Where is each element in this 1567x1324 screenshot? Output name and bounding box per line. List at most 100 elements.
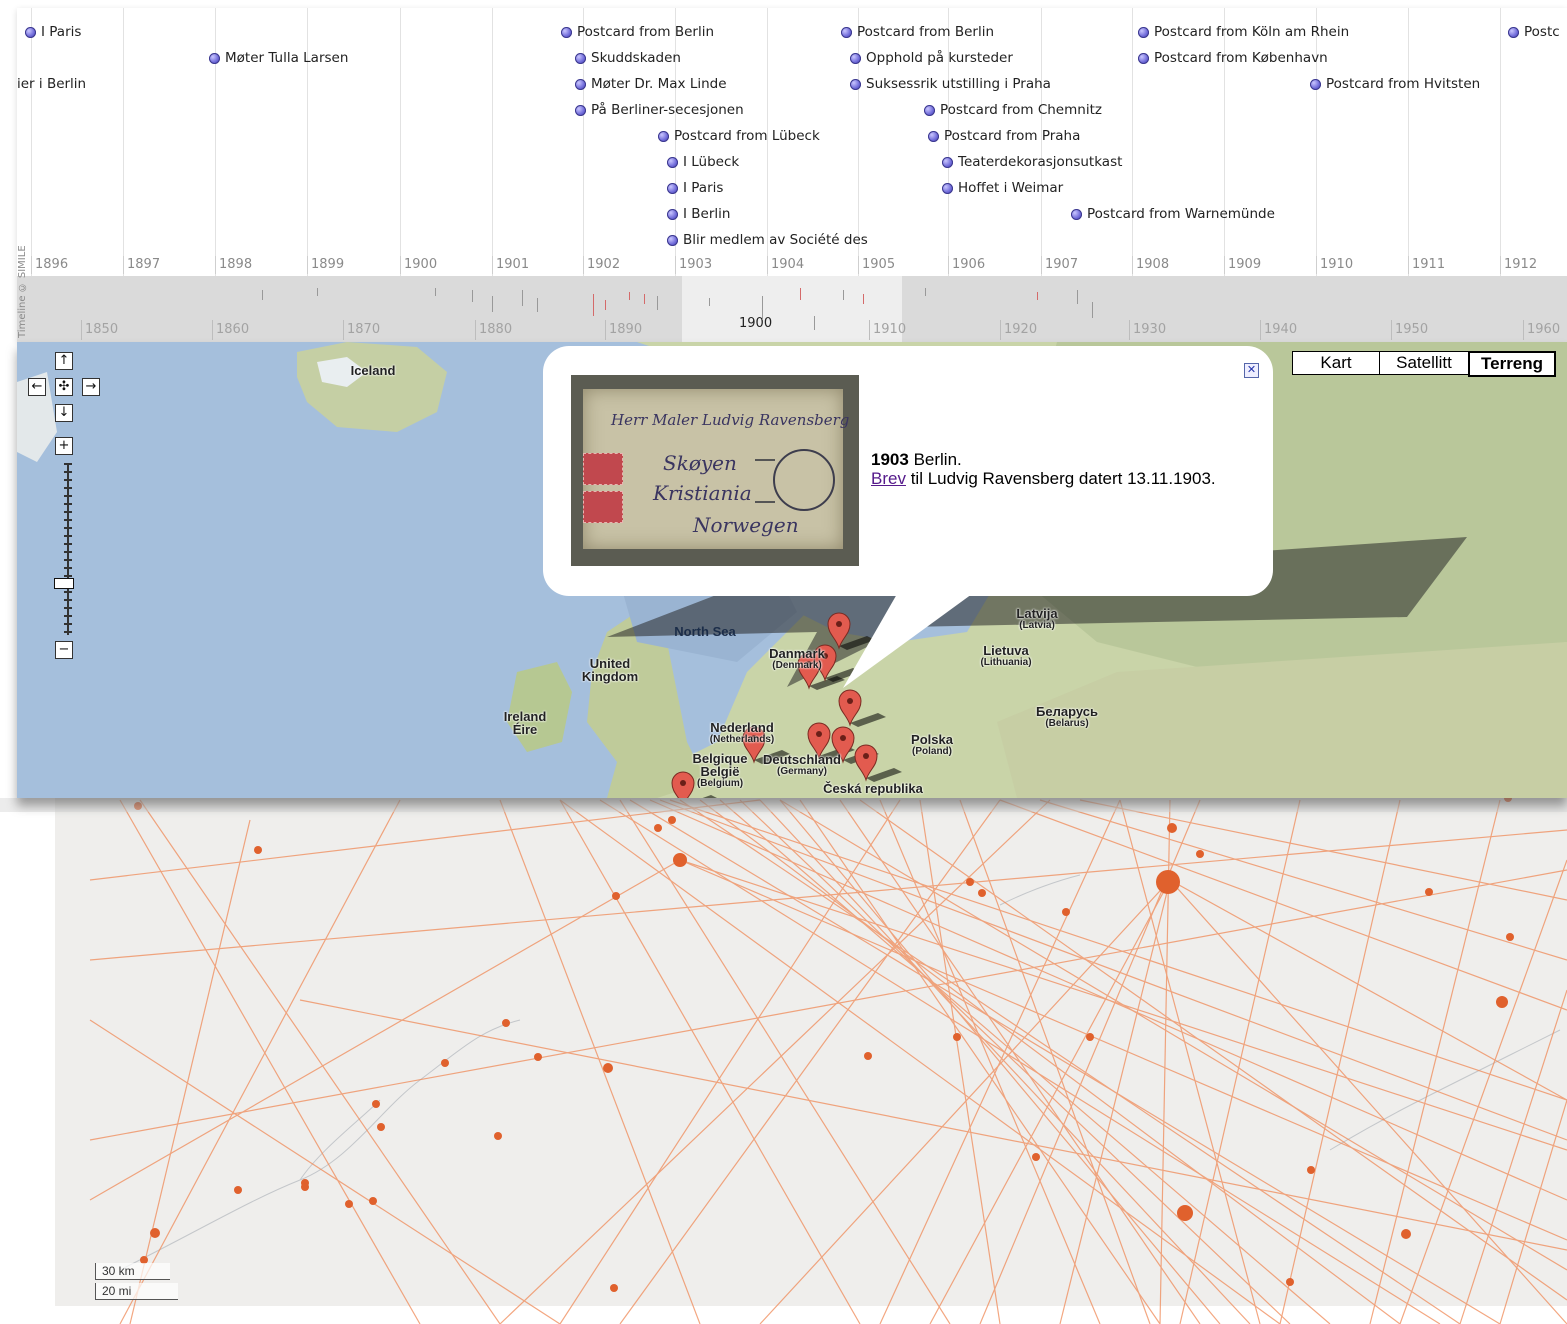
pan-right-button[interactable]: → [82,378,100,396]
timeline-event[interactable]: Opphold på kursteder [850,48,1013,68]
label-denmark-sub: (Denmark) [772,660,822,671]
timeline-panel[interactable]: 1896 1897 1898 1899 1900 1901 1902 1903 1904 1905… [17,8,1567,342]
stamp-2 [583,491,623,523]
timeline-year-label: 1900 [400,256,437,274]
pan-up-button[interactable]: ↑ [55,352,73,370]
timeline-event[interactable]: I Berlin [667,204,730,224]
location-dot [254,846,262,854]
location-dot [301,1183,309,1191]
timeline-gridline [1132,8,1133,284]
timeline-event[interactable]: ier i Berlin [17,74,86,94]
location-dot [1196,850,1204,858]
timeline-event[interactable]: Postcard from Hvitsten [1310,74,1480,94]
timeline-event[interactable]: Møter Dr. Max Linde [575,74,727,94]
location-dot [1425,888,1433,896]
timeline-gridline [1500,8,1501,284]
event-marker-icon [575,104,586,116]
timeline-overview-tick [1077,290,1078,304]
label-czech: Česká republika [823,781,923,796]
timeline-overview-tick [605,300,606,310]
map-marker-icon[interactable] [827,612,875,650]
timeline-decade-label: 1920 [1000,320,1037,340]
location-dot [953,1033,961,1041]
label-germany: Deutschland (Germany) [757,753,847,777]
zoom-slider-track[interactable] [63,463,72,635]
timeline-event-label: Skuddskaden [591,50,681,66]
google-map[interactable]: Iceland North Sea Danmark (Denmark) Unit… [17,342,1567,798]
timeline-decade-label: 1930 [1129,320,1166,340]
timeline-detail-band[interactable]: 1896 1897 1898 1899 1900 1901 1902 1903 1904 1905… [17,8,1567,284]
timeline-event[interactable]: Postc [1508,22,1560,42]
map-type-terreng-button[interactable]: Terreng [1468,351,1556,377]
timeline-event[interactable]: Postcard from Berlin [841,22,994,42]
timeline-overview-band[interactable]: 1900 1850 1860 1870 1880 1890 1910 1920 1930 194… [17,276,1567,342]
timeline-event[interactable]: I Paris [667,178,723,198]
location-dot [345,1200,353,1208]
map-type-satellitt-button[interactable]: Satellitt [1379,351,1469,375]
location-dot [1286,1278,1294,1286]
timeline-event-label: Teaterdekorasjonsutkast [958,154,1123,170]
event-marker-icon [850,78,861,90]
timeline-event[interactable]: Hoffet i Weimar [942,178,1063,198]
timeline-event[interactable]: Postcard from København [1138,48,1328,68]
timeline-overview-tick [593,294,594,316]
label-lithuania: Lietuva (Lithuania) [971,644,1041,668]
location-dot [978,889,986,897]
label-belgium-name: Belgique België [692,751,748,779]
timeline-event[interactable]: Postcard from Lübeck [658,126,820,146]
timeline-event[interactable]: Blir medlem av Société des [667,230,868,250]
letter-envelope-image[interactable]: Herr Maler Ludvig Ravensberg Skøyen Kris… [571,375,859,566]
timeline-overview-tick [262,290,263,300]
timeline-event[interactable]: I Lübeck [667,152,739,172]
timeline-event[interactable]: Postcard from Praha [928,126,1080,146]
timeline-decade-label: 1870 [343,320,380,340]
timeline-event[interactable]: Skuddskaden [575,48,681,68]
timeline-decade-label: 1910 [869,320,906,340]
timeline-decade-label: 1960 [1523,320,1560,340]
timeline-year-label: 1899 [307,256,344,274]
event-marker-icon [850,52,861,64]
letter-link[interactable]: Brev [871,469,906,488]
zoom-slider-handle[interactable] [54,578,74,589]
timeline-year-label: 1908 [1132,256,1169,274]
zoom-out-button[interactable]: − [55,641,73,659]
map-marker-icon[interactable] [838,689,886,727]
timeline-event[interactable]: På Berliner-secesjonen [575,100,744,120]
label-denmark: Danmark (Denmark) [769,647,825,671]
info-place: Berlin. [913,450,962,469]
pan-down-button[interactable]: ↓ [55,404,73,422]
info-year: 1903 [871,450,909,469]
timeline-event[interactable]: Postcard from Köln am Rhein [1138,22,1349,42]
timeline-event[interactable]: I Paris [25,22,81,42]
timeline-event[interactable]: Møter Tulla Larsen [209,48,348,68]
timeline-overview-tick [800,288,801,300]
close-icon[interactable]: ✕ [1244,363,1259,378]
timeline-year-label: 1910 [1316,256,1353,274]
event-marker-icon [928,130,939,142]
label-netherlands-name: Nederland [710,720,774,735]
location-dot [1401,1229,1411,1239]
map-type-kart-button[interactable]: Kart [1292,351,1380,375]
location-dot [494,1132,502,1140]
timeline-event[interactable]: Suksessrik utstilling i Praha [850,74,1051,94]
location-dot [1156,870,1180,894]
timeline-event[interactable]: Postcard from Warnemünde [1071,204,1275,224]
location-dot [668,816,676,824]
timeline-year-label: 1904 [767,256,804,274]
timeline-year-label: 1902 [583,256,620,274]
timeline-event[interactable]: Postcard from Chemnitz [924,100,1102,120]
timeline-overview-tick [1092,302,1093,318]
timeline-event-label: Postcard from Köln am Rhein [1154,24,1350,40]
label-latvia: Latvija (Latvia) [1007,607,1067,631]
event-marker-icon [1138,52,1149,64]
pan-left-button[interactable]: ← [28,378,46,396]
timeline-event[interactable]: Teaterdekorasjonsutkast [942,152,1122,172]
scale-km: 30 km [95,1263,170,1280]
map-marker-icon[interactable] [854,744,902,782]
zoom-in-button[interactable]: + [55,437,73,455]
pan-center-button[interactable]: ✣ [55,378,73,396]
timeline-event-label: I Paris [683,180,724,196]
event-marker-icon [942,156,953,168]
timeline-event[interactable]: Postcard from Berlin [561,22,714,42]
stamp-1 [583,453,623,485]
